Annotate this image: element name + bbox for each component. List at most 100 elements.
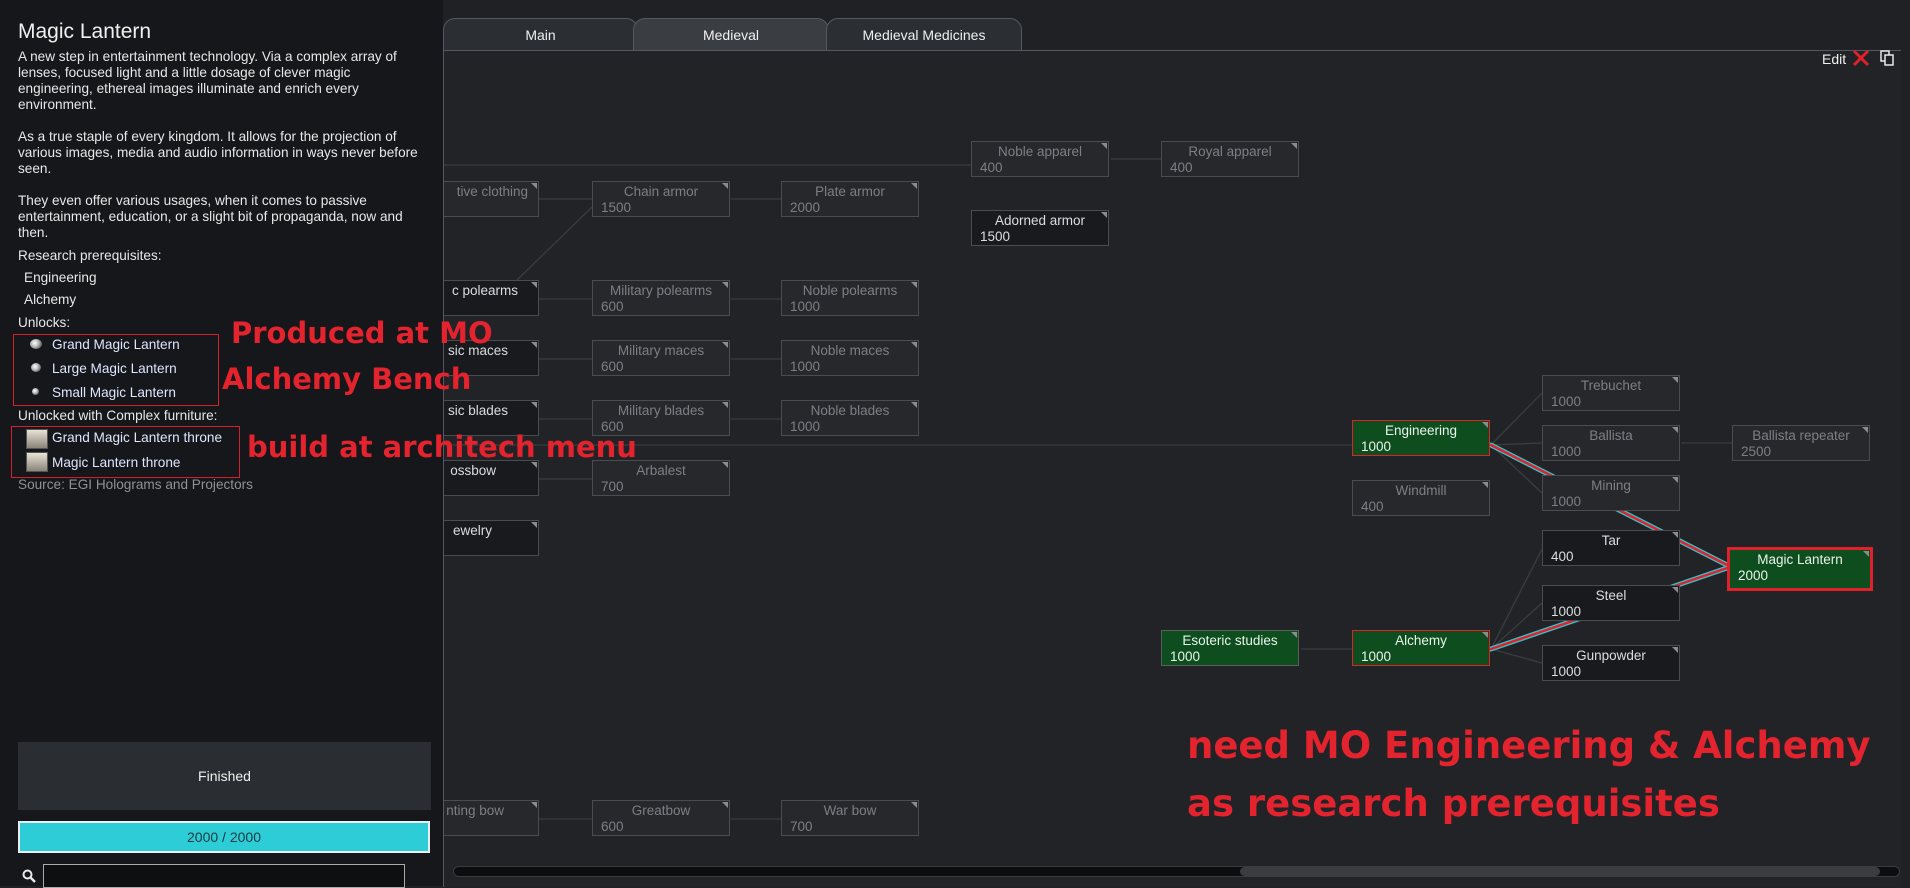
lantern-icon <box>30 339 42 349</box>
research-description: They even offer various usages, when it … <box>18 193 403 240</box>
tech-node-hunting-bow[interactable]: nting bow <box>444 800 539 836</box>
prerequisite-item: Alchemy <box>24 292 77 307</box>
tech-node-windmill[interactable]: Windmill 400 <box>1352 480 1490 516</box>
node-cost: 2000 <box>1738 568 1769 583</box>
node-name: Noble polearms <box>802 283 898 298</box>
search-icon[interactable] <box>22 869 36 883</box>
furniture-item-grand-throne[interactable]: Grand Magic Lantern throne <box>52 430 222 445</box>
node-cost: 1000 <box>1361 439 1392 454</box>
tech-node-alchemy[interactable]: Alchemy 1000 <box>1352 630 1490 666</box>
node-cost: 700 <box>790 819 813 834</box>
node-name: War bow <box>823 803 877 818</box>
tech-node-crossbow[interactable]: ossbow <box>444 460 539 496</box>
unlock-item-small-magic-lantern[interactable]: Small Magic Lantern <box>52 385 176 400</box>
furniture-item-throne[interactable]: Magic Lantern throne <box>52 455 180 470</box>
tech-node-greatbow[interactable]: Greatbow 600 <box>592 800 730 836</box>
research-source: Source: EGI Holograms and Projectors <box>18 477 253 492</box>
tab-medieval[interactable]: Medieval <box>633 18 829 51</box>
node-name: Mining <box>1591 478 1631 493</box>
close-icon[interactable] <box>1852 49 1870 67</box>
unlock-item-large-magic-lantern[interactable]: Large Magic Lantern <box>52 361 177 376</box>
tech-node-ballista[interactable]: Ballista 1000 <box>1542 425 1680 461</box>
tech-node-war-bow[interactable]: War bow 700 <box>781 800 919 836</box>
tech-node-mining[interactable]: Mining 1000 <box>1542 475 1680 511</box>
tech-node-magic-lantern[interactable]: Magic Lantern 2000 <box>1727 547 1873 591</box>
node-cost: 1500 <box>980 229 1011 244</box>
throne-icon <box>26 452 48 472</box>
tab-label: Medieval Medicines <box>862 26 986 43</box>
node-cost: 400 <box>1170 160 1193 175</box>
tech-node-noble-blades[interactable]: Noble blades 1000 <box>781 400 919 436</box>
tech-node-basic-polearms[interactable]: c polearms <box>444 280 539 316</box>
node-cost: 400 <box>980 160 1003 175</box>
prerequisites-heading: Research prerequisites: <box>18 248 162 263</box>
node-name: Greatbow <box>631 803 691 818</box>
node-cost: 1000 <box>1551 664 1582 679</box>
node-cost: 600 <box>601 299 624 314</box>
tab-medieval-medicines[interactable]: Medieval Medicines <box>826 18 1022 50</box>
tech-node-tar[interactable]: Tar 400 <box>1542 530 1680 566</box>
tech-node-clothing[interactable]: tive clothing <box>444 181 539 217</box>
node-cost: 1000 <box>1170 649 1201 664</box>
node-name: Adorned armor <box>994 213 1086 228</box>
research-status-button[interactable]: Finished <box>18 742 431 810</box>
node-cost: 1000 <box>790 359 821 374</box>
node-cost: 1000 <box>1551 494 1582 509</box>
research-status-label: Finished <box>198 768 251 784</box>
tech-node-noble-polearms[interactable]: Noble polearms 1000 <box>781 280 919 316</box>
tab-label: Medieval <box>702 27 760 43</box>
node-name: Royal apparel <box>1188 144 1272 159</box>
tech-node-chain-armor[interactable]: Chain armor 1500 <box>592 181 730 217</box>
node-cost: 600 <box>601 819 624 834</box>
node-name: c polearms <box>451 283 518 298</box>
copy-icon[interactable] <box>1880 50 1894 66</box>
tech-node-ballista-repeater[interactable]: Ballista repeater 2500 <box>1732 425 1870 461</box>
tech-node-military-polearms[interactable]: Military polearms 600 <box>592 280 730 316</box>
research-progress-text: 2000 / 2000 <box>187 829 261 845</box>
search-input[interactable] <box>43 864 405 888</box>
tech-node-arbalest[interactable]: Arbalest 700 <box>592 460 730 496</box>
lantern-icon <box>32 388 39 395</box>
tech-node-esoteric-studies[interactable]: Esoteric studies 1000 <box>1161 630 1299 666</box>
node-name: Windmill <box>1395 483 1447 498</box>
tech-node-noble-apparel[interactable]: Noble apparel 400 <box>971 141 1109 177</box>
annotation-build-note: build at architech menu <box>247 430 637 464</box>
prerequisite-item: Engineering <box>24 270 97 285</box>
node-cost: 1000 <box>1361 649 1392 664</box>
tech-node-adorned-armor[interactable]: Adorned armor 1500 <box>971 210 1109 246</box>
node-cost: 400 <box>1361 499 1384 514</box>
node-name: Chain armor <box>623 184 699 199</box>
scrollbar-thumb[interactable] <box>1240 867 1880 876</box>
tab-label: Main <box>525 26 556 43</box>
tech-node-engineering[interactable]: Engineering 1000 <box>1352 420 1490 456</box>
node-cost: 2000 <box>790 200 821 215</box>
node-name: Engineering <box>1384 423 1458 438</box>
tech-node-jewelry[interactable]: ewelry <box>444 520 539 556</box>
tech-node-military-maces[interactable]: Military maces 600 <box>592 340 730 376</box>
unlock-item-grand-magic-lantern[interactable]: Grand Magic Lantern <box>52 337 180 352</box>
edit-button[interactable]: Edit <box>1822 51 1846 67</box>
throne-icon <box>26 429 48 449</box>
node-name: sic blades <box>447 403 508 418</box>
node-cost: 1000 <box>790 299 821 314</box>
tech-node-gunpowder[interactable]: Gunpowder 1000 <box>1542 645 1680 681</box>
node-cost: 2500 <box>1741 444 1772 459</box>
node-name: Ballista <box>1589 428 1633 443</box>
tech-node-royal-apparel[interactable]: Royal apparel 400 <box>1161 141 1299 177</box>
node-name: Noble apparel <box>997 144 1083 159</box>
node-cost: 600 <box>601 359 624 374</box>
research-progress-bar: 2000 / 2000 <box>18 821 430 853</box>
research-title: Magic Lantern <box>18 20 152 43</box>
node-name: Military blades <box>617 403 705 418</box>
tech-node-plate-armor[interactable]: Plate armor 2000 <box>781 181 919 217</box>
tech-node-trebuchet[interactable]: Trebuchet 1000 <box>1542 375 1680 411</box>
research-description: As a true staple of every kingdom. It al… <box>18 129 418 176</box>
node-cost: 1000 <box>790 419 821 434</box>
tab-main[interactable]: Main <box>443 18 638 50</box>
node-name: tive clothing <box>456 184 528 199</box>
node-name: Tar <box>1601 533 1621 548</box>
node-cost: 1000 <box>1551 604 1582 619</box>
node-name: nting bow <box>446 803 504 818</box>
tech-node-steel[interactable]: Steel 1000 <box>1542 585 1680 621</box>
tech-node-noble-maces[interactable]: Noble maces 1000 <box>781 340 919 376</box>
